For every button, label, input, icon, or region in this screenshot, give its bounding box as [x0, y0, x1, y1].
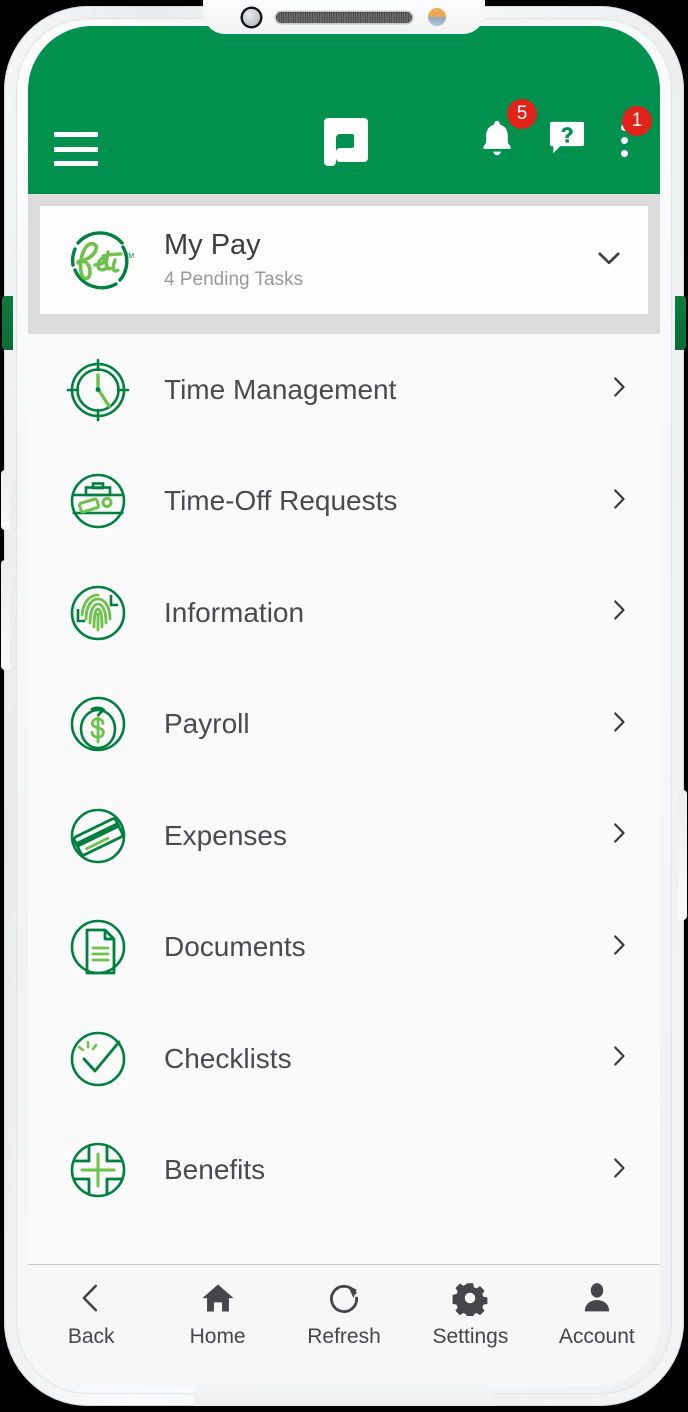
- phone-volume-down-button[interactable]: [1, 560, 10, 670]
- beti-logo-icon: TM: [62, 222, 138, 298]
- mypay-card[interactable]: TM My Pay 4 Pending Tasks: [40, 206, 648, 314]
- header-actions: 5 1: [475, 99, 652, 166]
- help-chat-icon: [549, 121, 585, 154]
- phone-notch: [203, 0, 485, 34]
- menu-item-label: Payroll: [164, 708, 250, 740]
- nav-item-back[interactable]: Back: [28, 1279, 154, 1349]
- nav-item-label: Settings: [432, 1325, 509, 1348]
- gear-icon: [452, 1279, 488, 1317]
- mypay-text-block: My Pay 4 Pending Tasks: [164, 229, 592, 291]
- menu-item-expenses[interactable]: Expenses: [28, 780, 660, 892]
- menu-item-label: Time Management: [164, 373, 397, 405]
- nav-item-label: Refresh: [307, 1325, 381, 1348]
- chevron-right-icon: [604, 930, 634, 965]
- hamburger-menu-icon[interactable]: [54, 132, 98, 166]
- menu-item-time-management[interactable]: Time Management: [28, 334, 660, 446]
- chevron-right-icon: [604, 484, 634, 519]
- chevron-right-icon: [604, 1041, 634, 1076]
- nav-item-account[interactable]: Account: [534, 1279, 660, 1349]
- person-icon: [580, 1279, 614, 1317]
- overflow-menu-badge: 1: [622, 106, 652, 136]
- help-button[interactable]: [545, 116, 589, 165]
- fingerprint-icon: [62, 577, 134, 649]
- medical-cross-icon: [62, 1134, 134, 1206]
- earpiece-speaker: [275, 11, 412, 23]
- menu-item-benefits[interactable]: Benefits: [28, 1114, 660, 1226]
- menu-item-label: Time-Off Requests: [164, 485, 398, 517]
- home-icon: [200, 1279, 236, 1317]
- menu-item-label: Information: [164, 596, 305, 628]
- card-zone: TM My Pay 4 Pending Tasks: [28, 194, 660, 334]
- menu-item-label: Expenses: [164, 819, 287, 851]
- check-circle-icon: [62, 1023, 134, 1095]
- menu-item-documents[interactable]: Documents: [28, 891, 660, 1003]
- phone-side-button-right-green[interactable]: [675, 296, 686, 350]
- money-bag-icon: [62, 688, 134, 760]
- nav-item-settings[interactable]: Settings: [407, 1279, 533, 1349]
- menu-item-label: Documents: [164, 931, 306, 963]
- overflow-menu-button[interactable]: 1: [615, 106, 652, 159]
- chevron-right-icon: [604, 1153, 634, 1188]
- nav-item-label: Account: [558, 1325, 635, 1348]
- mypay-title: My Pay: [164, 228, 261, 261]
- front-camera-icon: [242, 8, 260, 26]
- svg-text:TM: TM: [124, 253, 134, 260]
- notifications-badge: 5: [507, 99, 537, 129]
- phone-frame: 5 1 TM My Pay 4 Pending Tasks Time Manag…: [0, 0, 688, 1412]
- notifications-button[interactable]: 5: [475, 99, 537, 166]
- chevron-down-icon[interactable]: [592, 241, 626, 280]
- home-indicator-bump: [194, 1380, 494, 1406]
- phone-volume-up-button[interactable]: [1, 470, 10, 530]
- nav-item-label: Back: [67, 1325, 115, 1348]
- nav-item-refresh[interactable]: Refresh: [281, 1279, 407, 1349]
- proximity-sensor: [427, 8, 446, 26]
- credit-card-icon: [62, 800, 134, 872]
- bottom-navigation-bar: Back Home Refresh Settings Account: [28, 1264, 660, 1386]
- menu-list: Time Management Time-Off Requests Inform…: [28, 334, 660, 1264]
- phone-screen: 5 1 TM My Pay 4 Pending Tasks Time Manag…: [28, 26, 660, 1386]
- paylocity-logo-icon: [320, 114, 368, 166]
- chevron-right-icon: [604, 818, 634, 853]
- menu-item-time-off-requests[interactable]: Time-Off Requests: [28, 445, 660, 557]
- chevron-right-icon: [604, 372, 634, 407]
- briefcase-beach-icon: [62, 465, 134, 537]
- mypay-subtitle: 4 Pending Tasks: [164, 269, 304, 291]
- chevron-right-icon: [604, 595, 634, 630]
- phone-power-button[interactable]: [678, 790, 687, 920]
- menu-item-payroll[interactable]: Payroll: [28, 668, 660, 780]
- menu-item-label: Checklists: [164, 1042, 292, 1074]
- document-icon: [62, 911, 134, 983]
- app-header: 5 1: [28, 26, 660, 194]
- menu-item-information[interactable]: Information: [28, 557, 660, 669]
- menu-item-checklists[interactable]: Checklists: [28, 1003, 660, 1115]
- phone-side-button-left-green[interactable]: [2, 296, 13, 350]
- refresh-icon: [326, 1279, 362, 1317]
- menu-item-label: Benefits: [164, 1154, 266, 1186]
- clock-icon: [62, 354, 134, 426]
- nav-item-label: Home: [189, 1325, 246, 1348]
- chevron-left-icon: [74, 1279, 108, 1317]
- nav-item-home[interactable]: Home: [154, 1279, 280, 1349]
- chevron-right-icon: [604, 707, 634, 742]
